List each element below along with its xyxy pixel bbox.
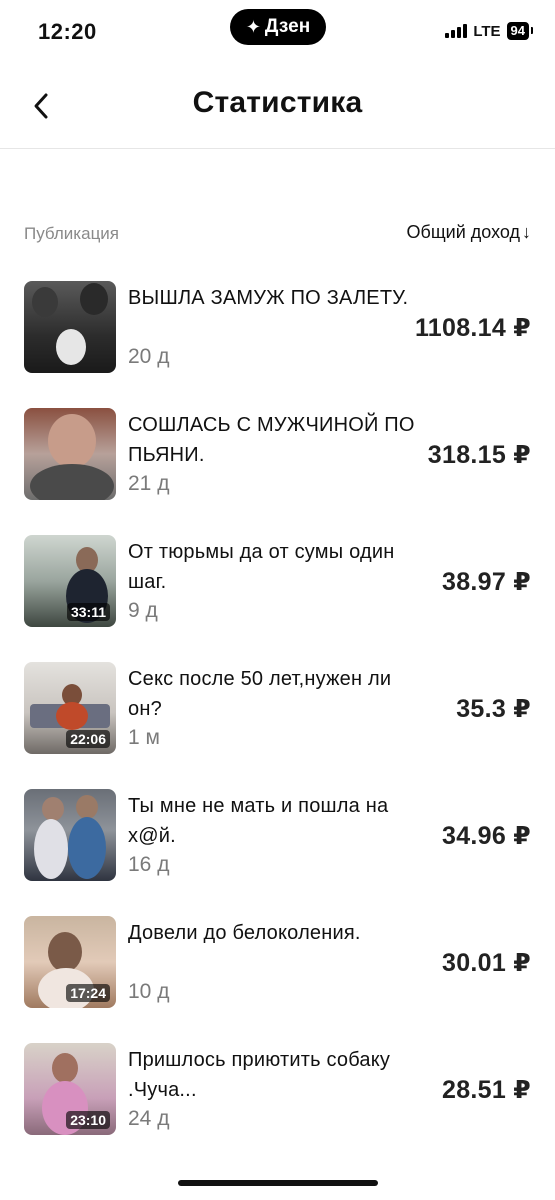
item-age: 10 д (128, 980, 170, 1003)
list-item[interactable]: 33:11 От тюрьмы да от сумы один шаг. 9 д… (0, 535, 555, 629)
list-item[interactable]: ВЫШЛА ЗАМУЖ ПО ЗАЛЕТУ. 20 д 1108.14 ₽ (0, 281, 555, 375)
column-income-label: Общий доход (406, 222, 520, 242)
sparkle-icon: ✦ (245, 16, 261, 37)
item-income: 30.01 ₽ (441, 949, 531, 977)
nav-header: Статистика (0, 66, 555, 149)
item-age: 21 д (128, 472, 170, 495)
item-income: 28.51 ₽ (441, 1076, 531, 1104)
item-title: ВЫШЛА ЗАМУЖ ПО ЗАЛЕТУ. (128, 287, 409, 309)
thumbnail (24, 281, 116, 373)
video-duration: 33:11 (66, 603, 110, 621)
list-item[interactable]: СОШЛАСЬ С МУЖЧИНОЙ ПО ПЬЯНИ. 21 д 318.15… (0, 408, 555, 502)
video-duration: 17:24 (66, 984, 110, 1002)
status-indicators: LTE 94 (445, 22, 534, 40)
item-title: Секс после 50 лет,нужен ли он? (128, 668, 392, 720)
item-age: 20 д (128, 345, 170, 368)
item-income: 35.3 ₽ (456, 695, 531, 723)
status-time: 12:20 (38, 19, 97, 44)
sort-by-income-button[interactable]: Общий доход ↓ (407, 222, 531, 243)
network-label: LTE (473, 22, 501, 40)
item-title: Пришлось приютить собаку .Чуча... (128, 1049, 391, 1101)
item-income: 34.96 ₽ (441, 822, 531, 850)
thumbnail: 33:11 (24, 535, 116, 627)
column-publication: Публикация (24, 224, 120, 243)
thumbnail: 22:06 (24, 662, 116, 754)
arrow-down-icon: ↓ (522, 222, 531, 242)
item-title: СОШЛАСЬ С МУЖЧИНОЙ ПО ПЬЯНИ. (128, 414, 415, 466)
dzen-pill-label: Дзен (264, 16, 311, 37)
status-bar: 12:20 ✦ Дзен LTE 94 (0, 0, 555, 66)
video-duration: 23:10 (66, 1111, 110, 1129)
signal-icon (445, 24, 468, 38)
list-item[interactable]: 23:10 Пришлось приютить собаку .Чуча... … (0, 1043, 555, 1137)
item-title: От тюрьмы да от сумы один шаг. (128, 541, 395, 593)
list-item[interactable]: Ты мне не мать и пошла на х@й. 16 д 34.9… (0, 789, 555, 883)
item-age: 24 д (128, 1107, 170, 1130)
video-duration: 22:06 (66, 730, 110, 748)
item-title: Ты мне не мать и пошла на х@й. (128, 795, 389, 847)
item-title: Довели до белоколения. (128, 922, 361, 944)
page-title: Статистика (192, 86, 363, 119)
dzen-pill[interactable]: ✦ Дзен (230, 9, 326, 45)
item-income: 1108.14 ₽ (414, 314, 531, 342)
column-headers: Публикация Общий доход ↓ (24, 222, 531, 248)
thumbnail (24, 789, 116, 881)
battery-icon: 94 (506, 22, 534, 40)
thumbnail: 17:24 (24, 916, 116, 1008)
item-age: 1 м (128, 726, 160, 749)
list-item[interactable]: 17:24 Довели до белоколения. 10 д 30.01 … (0, 916, 555, 1010)
item-age: 16 д (128, 853, 170, 876)
item-income: 38.97 ₽ (441, 568, 531, 596)
item-income: 318.15 ₽ (427, 441, 531, 469)
list-item[interactable]: 22:06 Секс после 50 лет,нужен ли он? 1 м… (0, 662, 555, 756)
thumbnail: 23:10 (24, 1043, 116, 1135)
thumbnail (24, 408, 116, 500)
item-age: 9 д (128, 599, 158, 622)
home-indicator[interactable] (178, 1180, 378, 1186)
